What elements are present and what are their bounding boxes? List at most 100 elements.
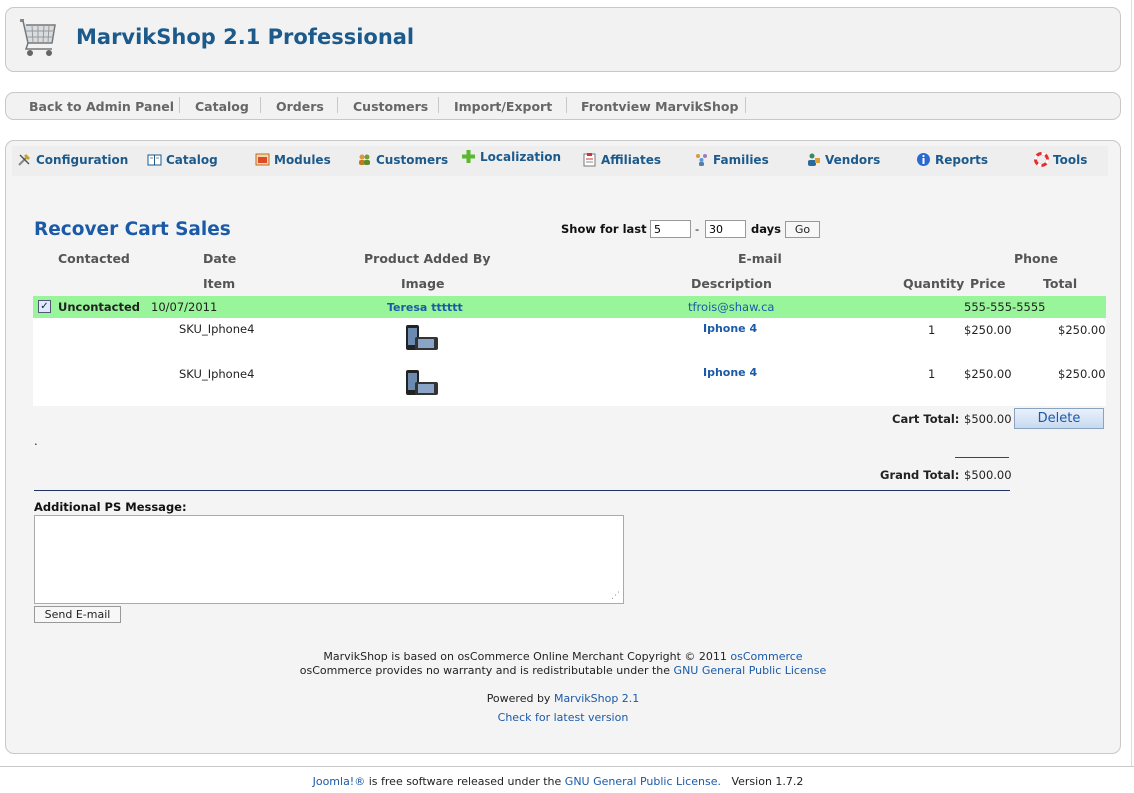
resize-grip-icon[interactable]: ⋰ [611,591,1132,791]
cart-total-value: $500.00 [964,412,1012,426]
nav-separator [438,97,439,113]
nav-orders[interactable]: Orders [276,99,324,114]
check-version-link[interactable]: Check for latest version [498,711,629,724]
col-contacted: Contacted [58,251,130,266]
nav-separator [566,97,567,113]
menu-catalog[interactable]: Catalog [147,152,218,167]
vendor-icon [808,153,820,166]
page: MarvikShop 2.1 Professional Back to Admi… [0,0,1134,793]
item-price: $250.00 [964,323,1012,337]
col-description: Description [691,276,772,291]
menu-label: Affiliates [601,152,662,167]
ps-message-label: Additional PS Message: [34,500,187,514]
nav-separator [337,97,338,113]
gnu-license-link[interactable]: GNU General Public License [674,664,827,677]
menu-label: Configuration [36,152,129,167]
filter-unit: days [751,222,781,236]
modules-icon [255,153,270,166]
menu-label: Families [713,152,769,167]
nav-back-to-admin[interactable]: Back to Admin Panel [29,99,174,114]
contacted-checkbox[interactable]: ✓ [38,300,51,313]
total-rule [955,457,1009,458]
filter-label: Show for last [561,222,647,236]
menu-families[interactable]: Families [694,152,769,167]
product-image [406,325,438,350]
joomla-gnu-link[interactable]: GNU General Public License. [565,775,721,788]
joomla-version: Version 1.7.2 [731,775,804,788]
days-to-input[interactable] [705,220,746,238]
item-sku: SKU_Iphone4 [179,367,255,381]
footer-license: osCommerce provides no warranty and is r… [299,664,827,677]
product-image [406,370,438,395]
col-phone: Phone [1014,251,1059,266]
nav-customers[interactable]: Customers [353,99,428,114]
menu-label: Reports [935,152,989,167]
menu-reports[interactable]: Reports [916,152,988,167]
item-quantity: 1 [928,367,936,381]
customer-name-link[interactable]: Teresa tttttt [387,301,463,314]
frame-edge [1131,0,1132,766]
menu-affiliates[interactable]: Affiliates [582,152,661,167]
book-icon [147,154,162,166]
frame-edge [0,766,1134,767]
marvikshop-link[interactable]: MarvikShop 2.1 [554,692,639,705]
menu-label: Localization [480,149,562,164]
tools-icon [18,154,30,166]
col-email: E-mail [738,251,782,266]
menu-configuration[interactable]: Configuration [17,152,128,167]
nav-separator [745,97,746,113]
grand-total-value: $500.00 [964,468,1012,482]
nav-separator [260,97,261,113]
nav-separator [179,97,180,113]
contact-status: Uncontacted [58,300,141,314]
item-total: $250.00 [1058,367,1106,381]
menu-label: Modules [274,152,331,167]
grand-total-label: Grand Total: [880,468,960,482]
item-price: $250.00 [964,367,1012,381]
menu-modules[interactable]: Modules [255,152,331,167]
menu-customers[interactable]: Customers [357,152,448,167]
ps-message-textarea[interactable] [34,515,624,604]
joomla-link[interactable]: Joomla!® [313,775,366,788]
item-description-link[interactable]: Iphone 4 [703,366,757,379]
menu-label: Customers [376,152,449,167]
app-title: MarvikShop 2.1 Professional [76,25,415,49]
nav-frontview[interactable]: Frontview MarvikShop [581,99,738,114]
go-button[interactable]: Go [785,221,820,238]
oscommerce-link[interactable]: osCommerce [730,650,802,663]
col-total: Total [1043,276,1078,291]
info-icon [917,153,930,166]
users-icon [359,154,370,165]
days-from-input[interactable] [650,220,691,238]
nav-catalog[interactable]: Catalog [195,99,249,114]
customer-phone: 555-555-5555 [964,300,1046,314]
col-date: Date [203,251,237,266]
filter-dash: - [695,222,700,236]
item-quantity: 1 [928,323,936,337]
delete-button[interactable]: Delete [1014,408,1104,429]
menu-tools[interactable]: Tools [1034,152,1087,167]
clipboard-icon [583,153,596,167]
footer-powered-by: Powered by MarvikShop 2.1 [486,692,640,705]
shopping-cart-icon [20,19,56,56]
cart-total-label: Cart Total: [892,412,960,426]
footer-check-version: Check for latest version [0,711,1126,724]
family-icon [696,154,707,166]
menu-localization[interactable]: Localization [461,149,561,164]
item-sku: SKU_Iphone4 [179,322,255,336]
send-email-button[interactable]: Send E-mail [34,606,121,623]
col-quantity: Quantity [903,276,965,291]
item-description-link[interactable]: Iphone 4 [703,322,757,335]
customer-email-link[interactable]: tfrois@shaw.ca [688,300,774,314]
cart-date: 10/07/2011 [151,300,218,314]
nav-import-export[interactable]: Import/Export [454,99,552,114]
page-title: Recover Cart Sales [34,219,231,240]
col-image: Image [401,276,445,291]
menu-vendors[interactable]: Vendors [806,152,880,167]
item-total: $250.00 [1058,323,1106,337]
plus-icon [462,150,475,163]
footer-copyright: MarvikShop is based on osCommerce Online… [323,650,803,663]
joomla-footer: Joomla!® is free software released under… [312,775,804,788]
section-divider [34,490,1010,491]
menu-label: Catalog [166,152,218,167]
